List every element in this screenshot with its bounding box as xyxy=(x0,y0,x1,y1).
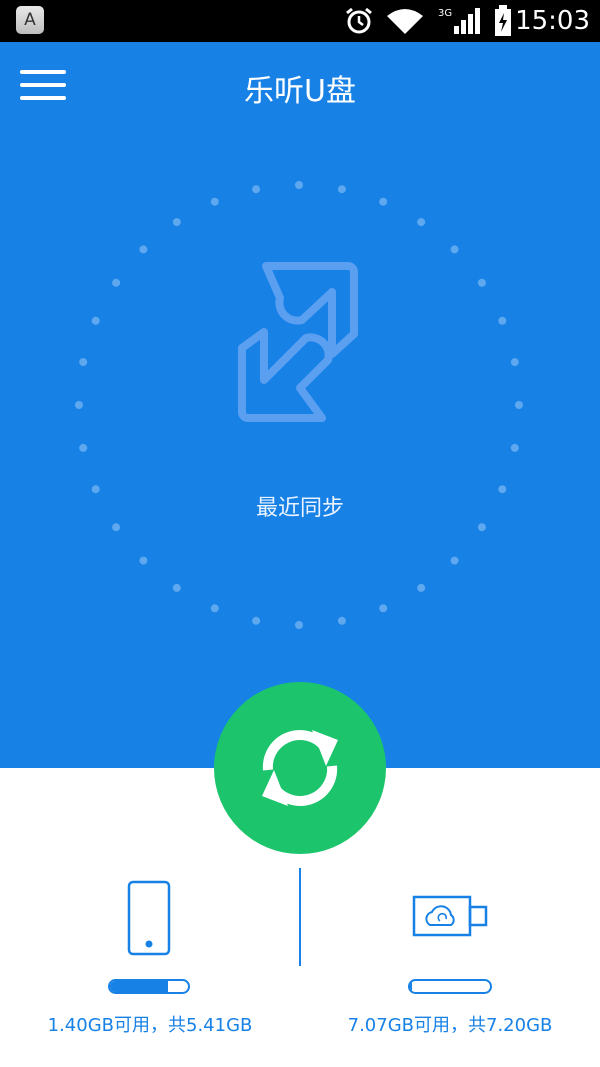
phone-icon xyxy=(127,880,171,956)
sync-button[interactable] xyxy=(214,682,386,854)
signal-icon: 3G xyxy=(438,8,480,34)
storage-divider xyxy=(299,868,301,966)
phone-storage-bar xyxy=(108,979,190,994)
status-bar: A 3G 15:03 xyxy=(0,0,600,42)
sync-transfer-icon xyxy=(238,262,358,422)
phone-storage-text: 1.40GB可用，共5.41GB xyxy=(47,1015,253,1036)
alarm-icon xyxy=(346,7,372,34)
keyboard-indicator-icon: A xyxy=(16,6,44,34)
usb-storage-fill xyxy=(410,981,412,992)
refresh-icon xyxy=(262,730,338,806)
wifi-icon xyxy=(387,9,423,34)
battery-icon xyxy=(495,5,511,36)
usb-storage-bar xyxy=(408,979,492,994)
page-title: 乐听U盘 xyxy=(244,74,356,109)
network-type-label: 3G xyxy=(438,8,452,19)
clock-time: 15:03 xyxy=(515,6,590,36)
recent-sync-label: 最近同步 xyxy=(255,496,344,521)
phone-storage-fill xyxy=(110,981,168,992)
usb-cloud-icon xyxy=(412,895,488,937)
usb-storage-text: 7.07GB可用，共7.20GB xyxy=(347,1015,553,1036)
